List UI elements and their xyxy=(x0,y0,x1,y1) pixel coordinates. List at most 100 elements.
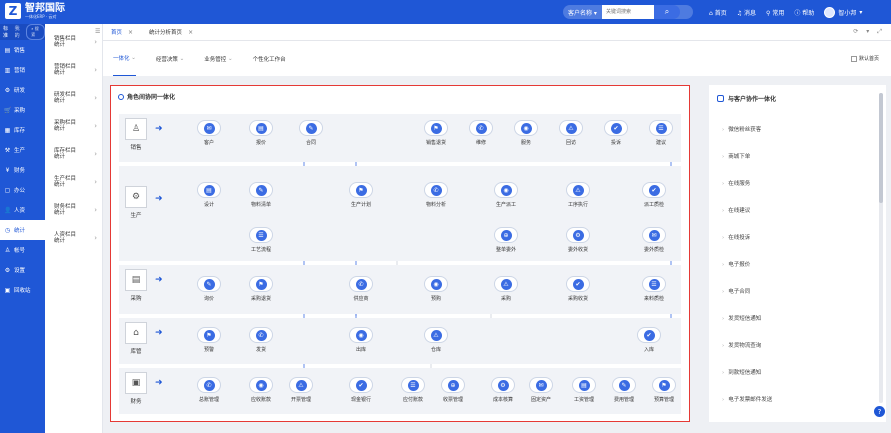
sidebar-item[interactable]: ⚒ 生产 xyxy=(0,140,45,160)
sidebar-item[interactable]: ¥ 财务 xyxy=(0,160,45,180)
subnav-item[interactable]: 研发栏目 统计 › xyxy=(45,84,102,112)
process-node[interactable]: ⊕ 收票管理 xyxy=(433,377,473,403)
tab-home[interactable]: 首页 × xyxy=(103,24,141,41)
process-node[interactable]: ◉ 应收账款 xyxy=(241,377,281,403)
process-node[interactable]: ☰ 工艺流程 xyxy=(241,227,281,253)
process-node[interactable]: ✆ 发货 xyxy=(241,327,281,353)
process-node[interactable]: ▤ 设计 xyxy=(189,182,229,208)
process-node[interactable]: ✔ 现金银行 xyxy=(341,377,381,403)
process-node[interactable]: ✉ 客户 xyxy=(189,120,229,146)
sidebar-item[interactable]: ⚙ 设置 xyxy=(0,260,45,280)
process-node[interactable]: ✆ 维修 xyxy=(461,120,501,146)
role-block[interactable]: ⌂ 库管 xyxy=(123,322,149,355)
subtab[interactable]: 一体化 ⌄ xyxy=(113,41,136,76)
process-node[interactable]: ✆ 物料分析 xyxy=(416,182,456,208)
collab-item[interactable]: 在线服务 xyxy=(722,179,750,187)
process-node[interactable]: ☰ 应付账款 xyxy=(393,377,433,403)
default-home-checkbox[interactable]: 默认首页 xyxy=(850,55,879,62)
collab-item[interactable]: 在线建议 xyxy=(722,206,750,214)
process-node[interactable]: ⚙ 委外收货 xyxy=(558,227,598,253)
process-node[interactable]: ⚑ 生产计划 xyxy=(341,182,381,208)
role-block[interactable]: ⚙ 生产 xyxy=(123,186,149,219)
sidebar-item[interactable]: ▤ 销售 xyxy=(0,40,45,60)
subnav-item[interactable]: 营销栏目 统计 › xyxy=(45,56,102,84)
process-node[interactable]: ✔ 入库 xyxy=(629,327,669,353)
role-block[interactable]: ▤ 采购 xyxy=(123,269,149,302)
search-input[interactable] xyxy=(601,5,654,19)
process-node[interactable]: ◉ 出库 xyxy=(341,327,381,353)
user-menu[interactable]: 智小邦 ▾ xyxy=(824,7,862,18)
logo[interactable]: Z 智邦国际 一体化ERP · 云对 xyxy=(5,3,65,19)
process-node[interactable]: ✎ 物料清单 xyxy=(241,182,281,208)
collab-item[interactable]: 到款短信通知 xyxy=(722,368,761,376)
process-node[interactable]: ✆ 供应商 xyxy=(341,276,381,302)
sidebar-item[interactable]: ▢ 办公 xyxy=(0,180,45,200)
subnav-item[interactable]: 库存栏目 统计 › xyxy=(45,140,102,168)
process-node[interactable]: ⚠ 开票管理 xyxy=(281,377,321,403)
role-block[interactable]: ♙ 销售 xyxy=(123,118,149,151)
collab-item[interactable]: 电子发票邮件发送 xyxy=(722,395,772,403)
search-icon[interactable]: ⌕ xyxy=(653,5,680,19)
collab-item[interactable]: 发货短信通知 xyxy=(722,314,761,322)
sidebar-tab-mine[interactable]: 我的 xyxy=(15,25,23,39)
process-node[interactable]: ✆ 总账管理 xyxy=(189,377,229,403)
subnav-item[interactable]: 人资栏目 统计 › xyxy=(45,224,102,252)
sidebar-item[interactable]: ▣ 回收站 xyxy=(0,280,45,300)
process-node[interactable]: ⚑ 销售退货 xyxy=(416,120,456,146)
sidebar-item[interactable]: ⚙ 研发 xyxy=(0,80,45,100)
help-link[interactable]: ⓘ 帮助 xyxy=(794,8,814,17)
process-node[interactable]: ☰ 建议 xyxy=(641,120,681,146)
sidebar-item[interactable]: ◷ 统计 xyxy=(0,220,45,240)
sidebar-item[interactable]: 👤 人资 xyxy=(0,200,45,220)
process-node[interactable]: ⚠ 回访 xyxy=(551,120,591,146)
sidebar-item[interactable]: ▦ 库存 xyxy=(0,120,45,140)
process-node[interactable]: ◉ 预购 xyxy=(416,276,456,302)
collab-item[interactable]: 发货物流查询 xyxy=(722,341,761,349)
process-node[interactable]: ◉ 生产派工 xyxy=(486,182,526,208)
process-node[interactable]: ▤ 报价 xyxy=(241,120,281,146)
close-icon[interactable]: × xyxy=(188,29,193,36)
process-node[interactable]: ✔ 派工质检 xyxy=(634,182,674,208)
process-node[interactable]: ◉ 服务 xyxy=(506,120,546,146)
subnav-item[interactable]: 生产栏目 统计 › xyxy=(45,168,102,196)
process-node[interactable]: ⚠ 工序执行 xyxy=(558,182,598,208)
sidebar-item[interactable]: ▥ 营销 xyxy=(0,60,45,80)
collab-item[interactable]: 电子报价 xyxy=(722,260,750,268)
process-node[interactable]: ✉ 固定资产 xyxy=(521,377,561,403)
sidebar-tab-standard[interactable]: 标准 xyxy=(3,25,11,39)
search-scope-select[interactable]: 客户名称 ▾ xyxy=(563,8,602,17)
subnav-item[interactable]: 财务栏目 统计 › xyxy=(45,196,102,224)
scrollbar[interactable] xyxy=(879,93,883,403)
process-node[interactable]: ⚙ 成本核算 xyxy=(483,377,523,403)
close-icon[interactable]: × xyxy=(128,29,133,36)
subnav-item[interactable]: 销售栏目 统计 › xyxy=(45,28,102,56)
process-node[interactable]: ⚠ 采购 xyxy=(486,276,526,302)
sidebar-item[interactable]: ♙ 帐号 xyxy=(0,240,45,260)
sidebar-search[interactable]: ⌕ 搜索 xyxy=(26,24,46,40)
home-link[interactable]: ⌂ 首页 xyxy=(709,8,727,17)
process-node[interactable]: ⚑ 预警 xyxy=(189,327,229,353)
subtab[interactable]: 经营决策 ⌄ xyxy=(156,41,184,76)
process-node[interactable]: ⚠ 仓库 xyxy=(416,327,456,353)
messages-link[interactable]: ♫ 消息 xyxy=(737,8,756,17)
process-node[interactable]: ✉ 委外质检 xyxy=(634,227,674,253)
process-node[interactable]: ✔ 采购收货 xyxy=(558,276,598,302)
process-node[interactable]: ☰ 来料质检 xyxy=(634,276,674,302)
subtab[interactable]: 个性化工作台 xyxy=(253,41,286,76)
process-node[interactable]: ⚑ 预算管理 xyxy=(644,377,684,403)
sidebar-item[interactable]: 🛒 采购 xyxy=(0,100,45,120)
subtab[interactable]: 业务管控 ⌄ xyxy=(204,41,232,76)
common-link[interactable]: ⚲ 常用 xyxy=(766,8,784,17)
role-block[interactable]: ▣ 财务 xyxy=(123,372,149,405)
process-node[interactable]: ⚑ 采购退货 xyxy=(241,276,281,302)
collab-item[interactable]: 电子合同 xyxy=(722,287,750,295)
collab-item[interactable]: 微信粉丝获客 xyxy=(722,125,761,133)
process-node[interactable]: ⊕ 整单委外 xyxy=(486,227,526,253)
process-node[interactable]: ✎ 费用管理 xyxy=(604,377,644,403)
help-float-icon[interactable]: ? xyxy=(874,406,885,417)
tab-controls[interactable]: ⟳ ▾ ⤢ xyxy=(853,28,885,36)
menu-toggle-icon[interactable]: ☰ xyxy=(95,28,100,35)
process-node[interactable]: ▤ 工资管理 xyxy=(564,377,604,403)
process-node[interactable]: ✔ 投诉 xyxy=(596,120,636,146)
process-node[interactable]: ✎ 询价 xyxy=(189,276,229,302)
